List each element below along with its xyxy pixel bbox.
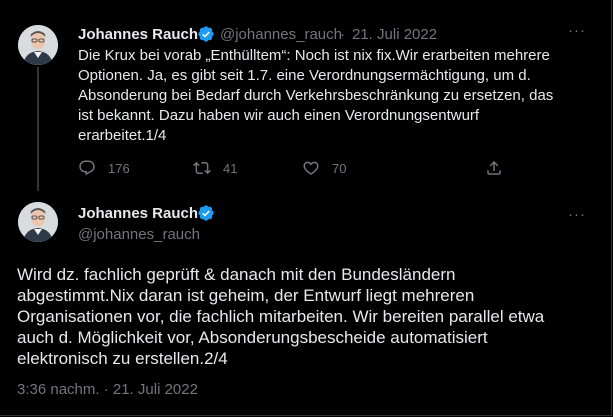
verified-badge-icon <box>198 205 214 221</box>
retweet-button[interactable]: 41 <box>193 159 237 177</box>
share-button[interactable] <box>485 159 503 177</box>
verified-badge-icon <box>198 26 214 42</box>
tweet-date[interactable]: 21. Juli 2022 <box>352 26 437 43</box>
more-icon[interactable]: ··· <box>568 23 586 38</box>
thread-connector-line <box>37 67 39 191</box>
author-name[interactable]: Johannes Rauch <box>78 26 198 43</box>
tweet-text: Die Krux bei vorab „Enthülltem“: Noch is… <box>78 47 554 144</box>
author-name[interactable]: Johannes Rauch <box>78 205 198 222</box>
tweet-timestamp[interactable]: 3:36 nachm. · 21. Juli 2022 <box>17 381 198 398</box>
author-handle[interactable]: @johannes_rauch <box>220 26 342 43</box>
like-icon <box>303 161 319 175</box>
avatar[interactable] <box>18 202 58 242</box>
separator-dot: · <box>340 26 345 43</box>
avatar[interactable] <box>18 25 58 65</box>
share-icon <box>487 160 501 175</box>
like-button[interactable]: 70 <box>302 159 346 177</box>
retweet-count: 41 <box>223 160 238 176</box>
portrait-image <box>18 25 58 65</box>
portrait-image <box>18 202 58 242</box>
retweet-icon <box>193 161 211 175</box>
reply-icon <box>79 160 95 176</box>
reply-count: 176 <box>108 160 130 176</box>
tweet-thread: Johannes Rauch @johannes_rauch · 21. Jul… <box>0 0 612 416</box>
like-count: 70 <box>332 160 347 176</box>
more-icon[interactable]: ··· <box>568 207 586 222</box>
tweet-text: Wird dz. fachlich geprüft & danach mit d… <box>17 265 545 368</box>
reply-button[interactable]: 176 <box>78 159 130 177</box>
author-handle[interactable]: @johannes_rauch <box>78 226 200 243</box>
